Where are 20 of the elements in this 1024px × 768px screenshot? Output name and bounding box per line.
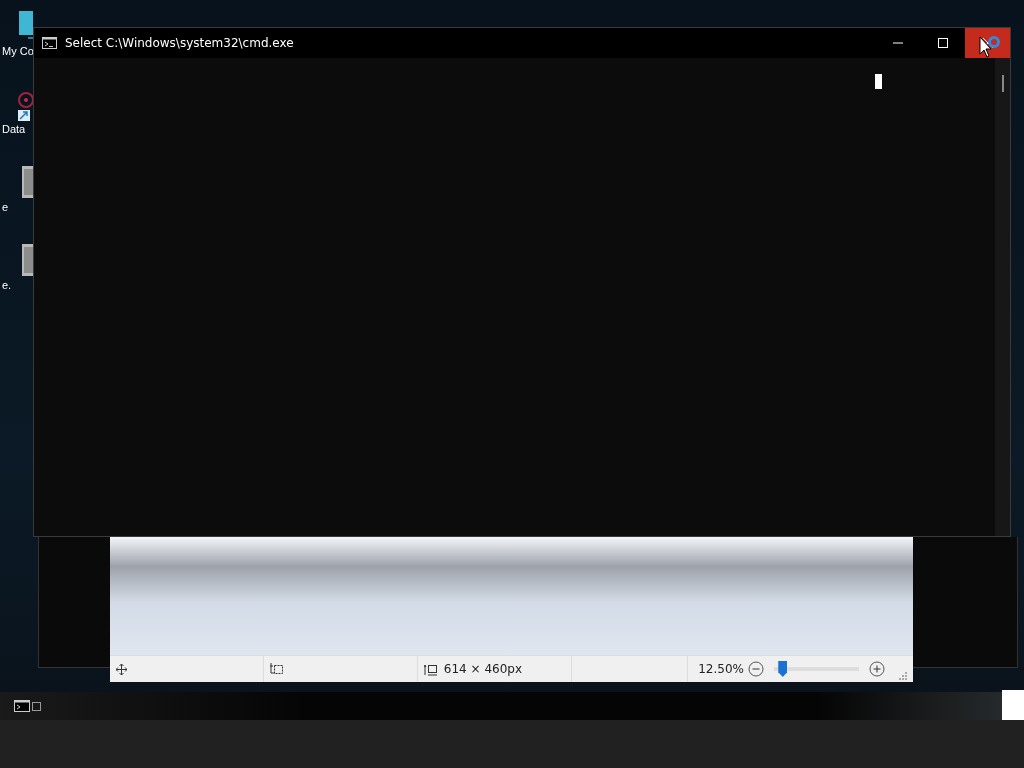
desktop-icon-label[interactable]: e (2, 200, 9, 214)
zoom-out-button[interactable] (748, 661, 764, 677)
console-taskbar-icon[interactable] (14, 699, 44, 713)
console-icon (42, 37, 57, 49)
image-size-icon (423, 662, 438, 676)
maximize-icon (937, 38, 948, 48)
desktop-icon-label[interactable]: Data (2, 122, 26, 136)
window-title: Select C:\Windows\system32\cmd.exe (65, 36, 295, 50)
zoom-percent: 12.50% (698, 662, 744, 676)
selection-icon (269, 662, 284, 676)
move-icon (116, 663, 127, 675)
zoom-in-button[interactable] (869, 661, 885, 677)
busy-pointer-icon (979, 36, 1003, 60)
image-dimensions: 614 × 460px (443, 662, 523, 676)
resize-grip-icon[interactable] (899, 672, 907, 680)
window-corner (1002, 690, 1024, 720)
desktop-icon-label[interactable]: My Co (2, 44, 34, 58)
desktop-icon-label[interactable]: e. (2, 278, 12, 292)
scrollbar[interactable] (995, 58, 1010, 536)
text-cursor (875, 74, 882, 89)
